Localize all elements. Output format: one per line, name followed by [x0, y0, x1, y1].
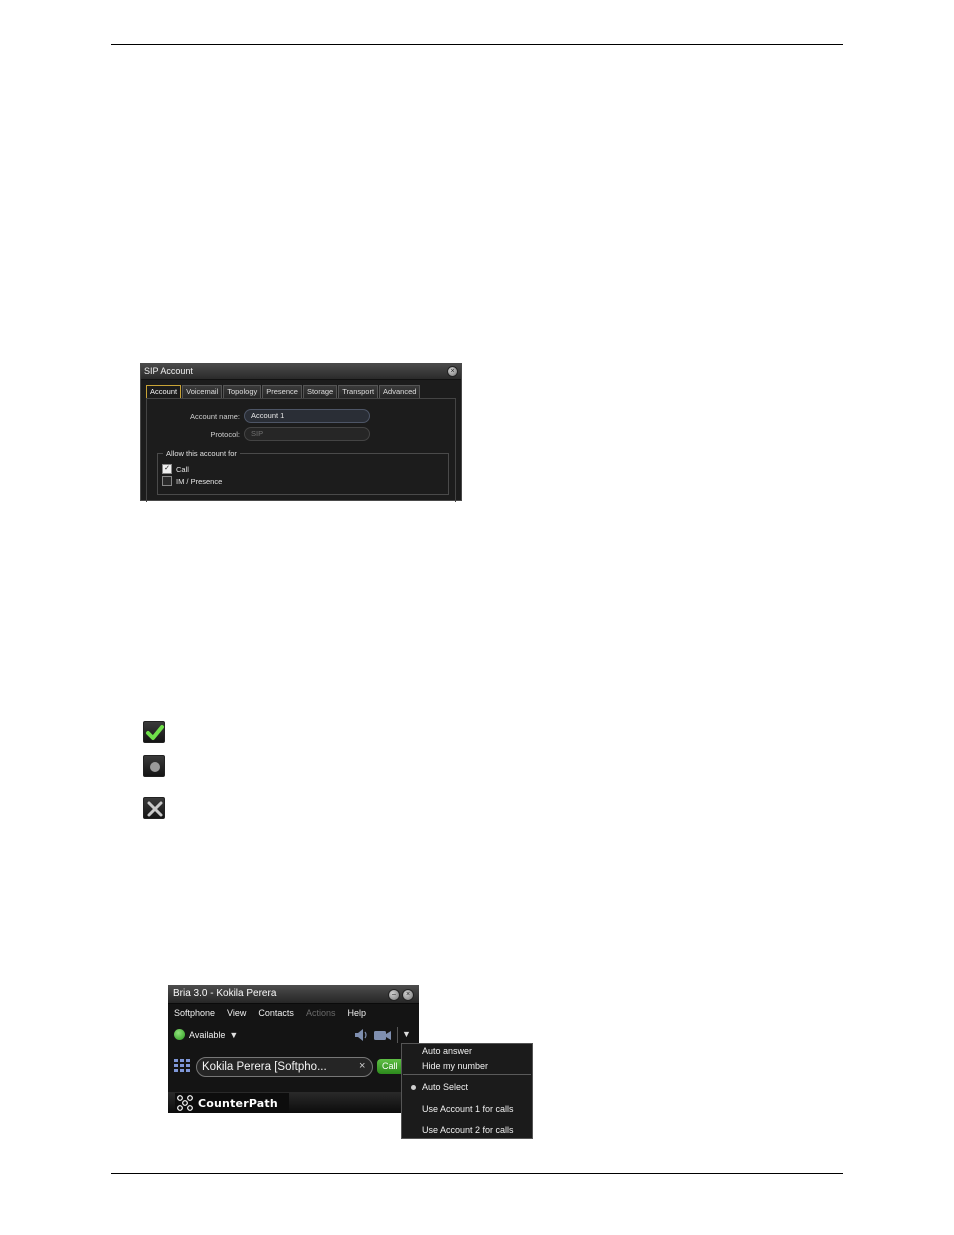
menu-bar: Softphone View Contacts Actions Help [174, 1008, 366, 1018]
bria-window: Bria 3.0 - Kokila Perera – × Softphone V… [168, 985, 419, 1113]
menu-view[interactable]: View [227, 1008, 246, 1018]
x-icon [143, 797, 165, 819]
account-name-field[interactable]: Account 1 [244, 409, 370, 423]
im-presence-checkbox[interactable] [162, 476, 172, 486]
logo-text: CounterPath [198, 1096, 278, 1110]
sip-account-dialog: SIP Account × Account Voicemail Topology… [140, 363, 462, 502]
tab-storage[interactable]: Storage [302, 385, 338, 398]
menu-actions: Actions [305, 1008, 336, 1018]
protocol-label: Protocol: [210, 430, 240, 439]
check-icon [143, 721, 165, 743]
options-dropdown-menu: Auto answer Hide my number Auto Select U… [401, 1043, 533, 1139]
menu-item-hide-my-number[interactable]: Hide my number [422, 1061, 488, 1071]
chevron-down-icon[interactable]: ▼ [229, 1030, 238, 1040]
tab-topology[interactable]: Topology [223, 385, 262, 398]
menu-item-auto-select[interactable]: Auto Select [422, 1082, 468, 1092]
options-dropdown-icon[interactable]: ▼ [402, 1029, 411, 1039]
close-icon[interactable]: × [447, 366, 458, 377]
tab-advanced[interactable]: Advanced [379, 385, 421, 398]
menu-softphone[interactable]: Softphone [174, 1008, 215, 1018]
menu-item-use-account-1[interactable]: Use Account 1 for calls [422, 1104, 514, 1114]
tab-presence[interactable]: Presence [262, 385, 302, 398]
toolbar-divider [397, 1027, 398, 1043]
protocol-field: SIP [244, 427, 370, 441]
im-presence-option-label: IM / Presence [176, 476, 223, 486]
allow-account-label: Allow this account for [163, 449, 240, 458]
dot-icon [143, 755, 165, 777]
video-camera-icon[interactable] [374, 1030, 392, 1041]
tab-voicemail[interactable]: Voicemail [182, 385, 223, 398]
menu-contacts[interactable]: Contacts [258, 1008, 294, 1018]
selected-radio-icon [411, 1085, 416, 1090]
allow-account-group [157, 453, 449, 495]
menu-divider [403, 1074, 531, 1075]
available-status-icon [174, 1029, 185, 1040]
menu-item-use-account-2[interactable]: Use Account 2 for calls [422, 1125, 514, 1135]
presence-label: Available [189, 1029, 226, 1040]
counterpath-logo-icon [177, 1095, 193, 1111]
bria-title: Bria 3.0 - Kokila Perera [173, 988, 277, 999]
clear-input-icon[interactable]: × [359, 1060, 365, 1072]
dialog-title: SIP Account [144, 366, 193, 376]
im-presence-option[interactable]: IM / Presence [162, 476, 222, 486]
account-name-row: Account name: Account 1 [147, 409, 447, 423]
call-option[interactable]: ✓ Call [162, 464, 189, 474]
page-footer-rule [111, 1173, 843, 1174]
dialog-titlebar: SIP Account × [141, 364, 461, 380]
bria-titlebar: Bria 3.0 - Kokila Perera – × [168, 985, 419, 1004]
dialpad-icon[interactable] [174, 1059, 190, 1073]
menu-item-auto-answer[interactable]: Auto answer [422, 1046, 472, 1056]
tab-bar: Account Voicemail Topology Presence Stor… [146, 385, 421, 398]
page-header-rule [111, 44, 843, 45]
speaker-icon[interactable] [354, 1028, 368, 1042]
minimize-icon[interactable]: – [388, 989, 400, 1001]
account-name-label: Account name: [189, 412, 240, 421]
menu-help[interactable]: Help [347, 1008, 366, 1018]
call-checkbox[interactable]: ✓ [162, 464, 172, 474]
close-icon[interactable]: × [402, 989, 414, 1001]
presence-selector[interactable]: Available ▼ [174, 1029, 238, 1040]
tab-transport[interactable]: Transport [338, 385, 379, 398]
account-panel: Account name: Account 1 Protocol: SIP Al… [146, 398, 456, 502]
call-option-label: Call [176, 464, 189, 474]
protocol-row: Protocol: SIP [147, 427, 447, 441]
tab-account[interactable]: Account [146, 385, 182, 398]
dial-input[interactable]: Kokila Perera [Softpho... [196, 1057, 373, 1077]
counterpath-logo: CounterPath [175, 1093, 289, 1113]
